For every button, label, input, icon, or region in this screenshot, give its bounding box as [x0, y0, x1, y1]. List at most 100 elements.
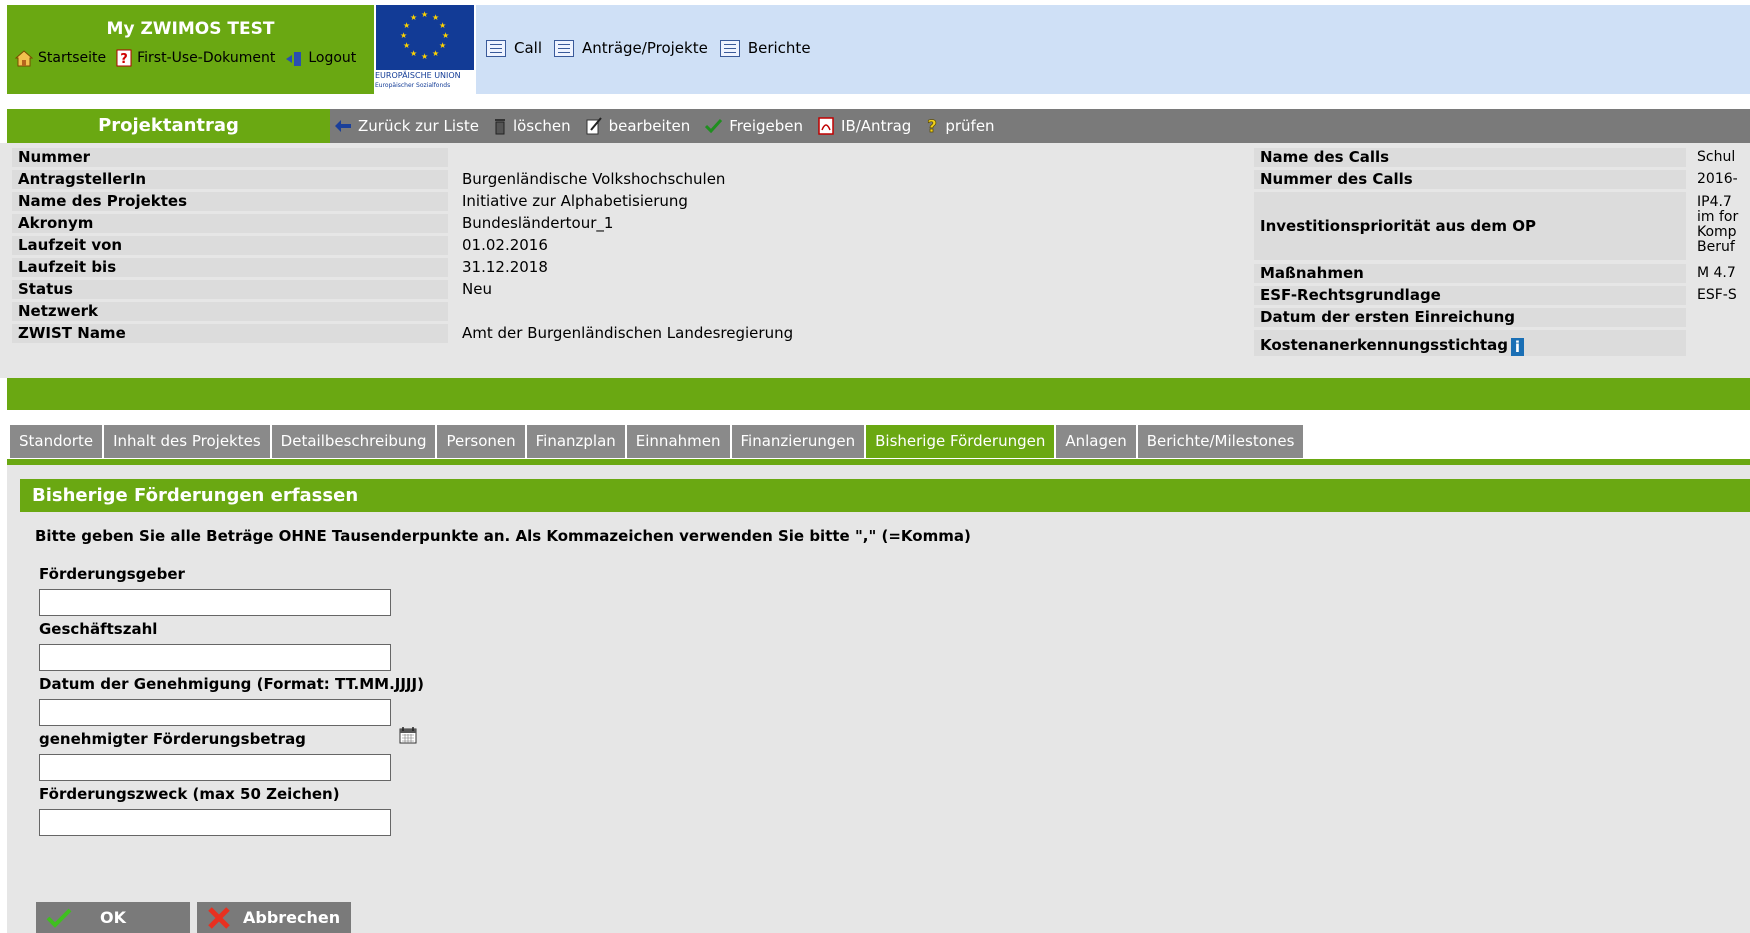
- info-value-antragsteller: Burgenländische Volkshochschulen: [462, 170, 726, 188]
- back-arrow-icon: [335, 120, 351, 132]
- form-note: Bitte geben Sie alle Beträge OHNE Tausen…: [35, 527, 971, 545]
- home-link[interactable]: Startseite: [15, 49, 107, 67]
- list-icon: [719, 39, 740, 57]
- first-use-link[interactable]: ? First-Use-Dokument: [116, 49, 275, 67]
- info-row-kostenanerkennungsstichtag: Kostenanerkennungsstichtag i: [1254, 330, 1686, 356]
- info-label-laufzeit-von: Laufzeit von: [12, 236, 448, 255]
- info-value-zwist-name: Amt der Burgenländischen Landesregierung: [462, 324, 794, 342]
- form-area: Bisherige Förderungen erfassen Bitte geb…: [7, 465, 1750, 933]
- nav-antraege-projekte[interactable]: Anträge/Projekte: [554, 39, 708, 57]
- release-button[interactable]: Freigeben: [705, 117, 803, 135]
- release-label: Freigeben: [729, 117, 804, 135]
- close-icon: [208, 906, 230, 929]
- label-datum-genehmigung: Datum der Genehmigung (Format: TT.MM.JJJ…: [39, 675, 424, 693]
- main-nav: Call Anträge/Projekte Berichte: [486, 39, 823, 57]
- info-icon[interactable]: i: [1510, 338, 1524, 356]
- foerderungsbetrag-input[interactable]: [39, 754, 391, 781]
- cancel-button[interactable]: Abbrechen: [197, 902, 351, 933]
- checkmark-icon: [46, 908, 72, 928]
- tab-inhalt-des-projektes[interactable]: Inhalt des Projektes: [104, 425, 270, 458]
- pdf-icon: [818, 117, 834, 135]
- edit-button[interactable]: bearbeiten: [586, 117, 691, 135]
- edit-icon: [586, 117, 602, 135]
- brand-panel: My ZWIMOS TEST Startseite ? First-Use-Do…: [7, 5, 374, 94]
- svg-text:?: ?: [927, 117, 937, 135]
- info-label-laufzeit-bis: Laufzeit bis: [12, 258, 448, 277]
- info-label-zwist-name: ZWIST Name: [12, 324, 448, 343]
- help-icon: ?: [116, 49, 132, 67]
- info-value-esf-rechtsgrundlage: ESF-S: [1697, 288, 1737, 303]
- question-icon: ?: [927, 117, 938, 135]
- delete-label: löschen: [512, 117, 571, 135]
- cancel-button-label: Abbrechen: [243, 908, 341, 927]
- funding-form: Bisherige Förderungen erfassen Bitte geb…: [20, 479, 1750, 933]
- tab-berichte-milestones[interactable]: Berichte/Milestones: [1137, 425, 1304, 458]
- delete-button[interactable]: löschen: [494, 117, 571, 135]
- info-label-erste-einreichung: Datum der ersten Einreichung: [1254, 308, 1686, 327]
- project-info: Nummer AntragstellerIn Burgenländische V…: [0, 143, 1750, 378]
- tab-anlagen[interactable]: Anlagen: [1056, 425, 1136, 458]
- info-label-massnahmen: Maßnahmen: [1254, 264, 1686, 283]
- action-bar: Projektantrag Zurück zur Liste löschen b…: [7, 109, 1750, 143]
- info-value-call-number: 2016-: [1697, 172, 1738, 187]
- logout-link[interactable]: Logout: [285, 50, 356, 67]
- info-value-massnahmen: M 4.7: [1697, 266, 1736, 281]
- geschaeftszahl-input[interactable]: [39, 644, 391, 671]
- calendar-icon[interactable]: [399, 726, 417, 744]
- info-value-status: Neu: [462, 280, 492, 298]
- nav-call[interactable]: Call: [486, 39, 542, 57]
- eu-flag-icon: ★ ★ ★ ★ ★ ★ ★ ★ ★ ★ ★ ★: [376, 5, 474, 70]
- info-value-investitionsprioritaet-1: IP4.7: [1697, 195, 1732, 210]
- trash-icon: [494, 118, 505, 134]
- green-separator: [7, 378, 1750, 410]
- tab-bisherige-foerderungen[interactable]: Bisherige Förderungen: [866, 425, 1055, 458]
- nav-berichte[interactable]: Berichte: [719, 39, 811, 57]
- ok-button[interactable]: OK: [36, 902, 190, 933]
- top-header: My ZWIMOS TEST Startseite ? First-Use-Do…: [7, 5, 1750, 94]
- svg-text:?: ?: [120, 52, 128, 67]
- logout-link-label: Logout: [308, 50, 357, 66]
- header-links: Startseite ? First-Use-Dokument Logout: [15, 49, 366, 67]
- info-label-status: Status: [12, 280, 448, 299]
- foerderungsgeber-input[interactable]: [39, 589, 391, 616]
- back-to-list-button[interactable]: Zurück zur Liste: [335, 117, 479, 135]
- info-label-nummer: Nummer: [12, 148, 448, 167]
- tab-finanzierungen[interactable]: Finanzierungen: [731, 425, 865, 458]
- tab-finanzplan[interactable]: Finanzplan: [526, 425, 625, 458]
- info-value-investitionsprioritaet-4: Beruf: [1697, 240, 1735, 255]
- check-label: prüfen: [945, 117, 995, 135]
- edit-label: bearbeiten: [608, 117, 691, 135]
- datum-genehmigung-input[interactable]: [39, 699, 391, 726]
- logout-icon: [286, 51, 302, 66]
- form-title: Bisherige Förderungen erfassen: [20, 479, 1750, 512]
- info-label-antragsteller: AntragstellerIn: [12, 170, 448, 189]
- list-icon: [554, 39, 575, 57]
- label-foerderungszweck: Förderungszweck (max 50 Zeichen): [39, 785, 340, 803]
- action-list: Zurück zur Liste löschen bearbeiten Frei…: [335, 109, 1010, 143]
- section-title: Projektantrag: [7, 109, 330, 143]
- tab-einnahmen[interactable]: Einnahmen: [626, 425, 730, 458]
- tab-personen[interactable]: Personen: [437, 425, 525, 458]
- info-label-kostenanerkennungsstichtag: Kostenanerkennungsstichtag: [1260, 336, 1508, 354]
- info-value-projektname: Initiative zur Alphabetisierung: [462, 192, 688, 210]
- ib-antrag-pdf-button[interactable]: IB/Antrag: [818, 117, 911, 135]
- label-foerderungsbetrag: genehmigter Förderungsbetrag: [39, 730, 306, 748]
- label-geschaeftszahl: Geschäftszahl: [39, 620, 158, 638]
- info-value-investitionsprioritaet-2: im for: [1697, 210, 1739, 225]
- app-title: My ZWIMOS TEST: [106, 19, 275, 39]
- foerderungszweck-input[interactable]: [39, 809, 391, 836]
- home-link-label: Startseite: [38, 50, 107, 66]
- info-value-call-name: Schul: [1697, 150, 1736, 165]
- tab-standorte[interactable]: Standorte: [10, 425, 103, 458]
- ib-antrag-label: IB/Antrag: [841, 117, 912, 135]
- info-label-esf-rechtsgrundlage: ESF-Rechtsgrundlage: [1254, 286, 1686, 305]
- tab-bar: Standorte Inhalt des Projektes Detailbes…: [0, 410, 1750, 465]
- info-label-call-number: Nummer des Calls: [1254, 170, 1686, 189]
- ok-button-label: OK: [100, 908, 126, 927]
- checkmark-icon: [705, 119, 723, 133]
- first-use-link-label: First-Use-Dokument: [137, 50, 276, 66]
- nav-call-label: Call: [514, 39, 543, 57]
- tab-detailbeschreibung[interactable]: Detailbeschreibung: [271, 425, 436, 458]
- check-button[interactable]: ? prüfen: [926, 117, 995, 135]
- info-label-call-name: Name des Calls: [1254, 148, 1686, 167]
